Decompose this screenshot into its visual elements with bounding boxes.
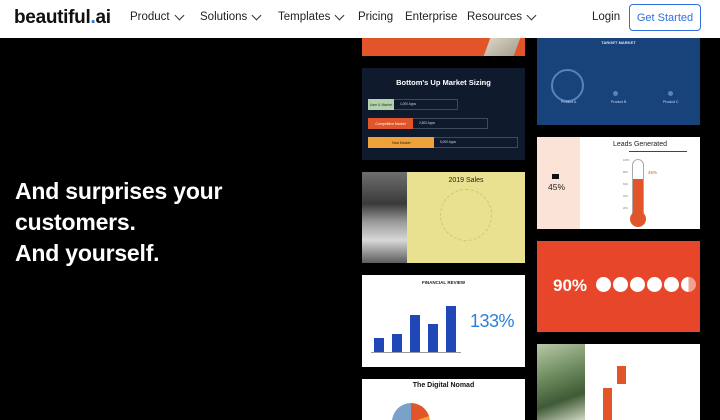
profit-bar: [617, 366, 626, 384]
thermo-callout: 45%: [648, 170, 658, 175]
template-tile-ninety-percent[interactable]: 90%: [537, 241, 700, 332]
tile-label: Product B: [611, 100, 627, 104]
bar-desc: 5,000 Apps: [440, 140, 456, 144]
template-tile-leads-generated[interactable]: 45% Leads Generated 100% 80% 60% 40% 20%…: [537, 137, 700, 229]
template-tile-target-market[interactable]: TARGET MARKET Product A Product B Produc…: [537, 38, 700, 125]
tile-title: FINANCIAL REVIEW: [421, 280, 466, 285]
progress-circle: [613, 277, 628, 292]
dot-marker: [668, 91, 673, 96]
surfer-photo: [362, 172, 407, 263]
tile-title: Bottom's Up Market Sizing: [396, 78, 491, 87]
progress-circle: [681, 277, 696, 292]
nav-item-pricing[interactable]: Pricing: [358, 11, 393, 23]
dot-marker: [613, 91, 618, 96]
progress-circle: [664, 277, 679, 292]
bar-desc: 2,500 Apps: [419, 121, 435, 125]
chart-baseline: [371, 352, 461, 353]
template-tile-digital-nomad[interactable]: The Digital Nomad: [362, 379, 525, 420]
template-tile-market-sizing[interactable]: Bottom's Up Market Sizing User & Market …: [362, 68, 525, 160]
thermo-tick: 60%: [623, 183, 629, 186]
chevron-down-icon: [526, 10, 537, 21]
financial-bar: [428, 324, 438, 352]
tile-label: Product C: [663, 100, 679, 104]
chat-icon: [552, 174, 559, 179]
pie-chart: [392, 403, 430, 420]
bar-desc: 1,000 Apps: [400, 102, 416, 106]
financial-bar: [446, 306, 456, 352]
hero-heading: And surprises your customers. And yourse…: [15, 176, 222, 269]
thermo-tick: 100%: [623, 159, 630, 162]
tile-title: 2019 Sales: [448, 177, 484, 184]
login-link[interactable]: Login: [592, 11, 620, 23]
nav-item-templates[interactable]: Templates: [278, 10, 345, 23]
tile-title: TARGET MARKET: [601, 40, 636, 45]
financial-big-number: 133%: [470, 311, 515, 331]
nav-item-solutions[interactable]: Solutions: [200, 10, 262, 23]
tile-title: The Digital Nomad: [412, 382, 475, 389]
hero-line: And surprises your: [15, 178, 223, 204]
thermo-tick: 80%: [623, 171, 629, 174]
leads-percent: 45%: [548, 182, 566, 192]
tile-title: Leads Generated: [612, 141, 668, 148]
donut-ring: [551, 69, 584, 102]
financial-bar: [392, 334, 402, 352]
progress-circle: [596, 277, 611, 292]
plant-photo: [537, 344, 585, 420]
ninety-big-number: 90%: [553, 276, 588, 295]
top-nav: beautiful.ai Product Solutions Templates…: [0, 0, 720, 38]
market-bar: User & Market: [368, 99, 394, 110]
nav-item-resources[interactable]: Resources: [467, 10, 537, 23]
dashed-circle: [440, 189, 492, 241]
chevron-down-icon: [251, 10, 262, 21]
financial-bar: [410, 315, 420, 352]
nav-item-product[interactable]: Product: [130, 10, 185, 23]
progress-circle: [647, 277, 662, 292]
progress-circle: [630, 277, 645, 292]
hero-line: And yourself.: [15, 240, 160, 266]
market-bar: Competitive Market: [368, 118, 413, 129]
template-tile-financial-review[interactable]: FINANCIAL REVIEW 133%: [362, 275, 525, 367]
thermometer-bulb: [630, 211, 646, 227]
hero-line: customers.: [15, 209, 136, 235]
thermo-tick: 40%: [623, 195, 629, 198]
template-tile-profitability[interactable]: [537, 344, 700, 420]
template-tile-2019-sales[interactable]: 2019 Sales: [362, 172, 525, 263]
chevron-down-icon: [334, 10, 345, 21]
logo[interactable]: beautiful.ai: [14, 7, 111, 29]
template-tile-orange[interactable]: [362, 38, 525, 56]
chevron-down-icon: [174, 10, 185, 21]
decorative-shape: [483, 38, 521, 56]
market-bar: Total Market: [368, 137, 434, 148]
title-rule: [629, 151, 687, 152]
thermo-tick: 20%: [623, 207, 629, 210]
profit-bar: [603, 388, 612, 420]
get-started-button[interactable]: Get Started: [629, 4, 701, 31]
financial-bar: [374, 338, 384, 352]
tile-label: Product A: [561, 100, 577, 104]
nav-item-enterprise[interactable]: Enterprise: [405, 11, 457, 23]
